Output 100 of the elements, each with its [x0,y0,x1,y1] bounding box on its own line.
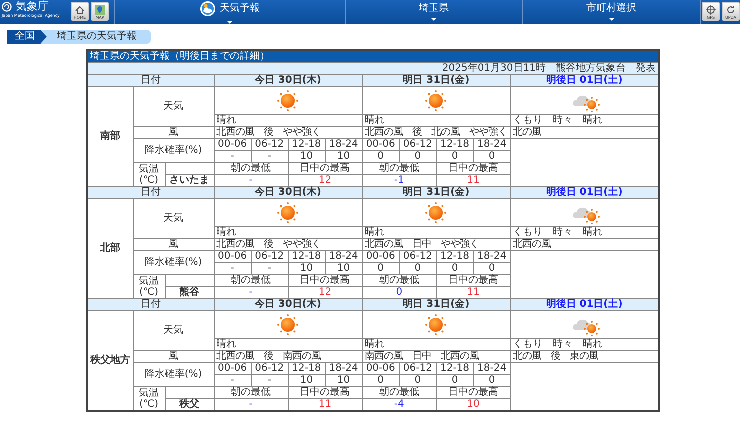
breadcrumb-current: 埼玉県の天気予報 [39,30,151,44]
house-icon [75,5,85,15]
time-slot: 12-18 [288,138,326,150]
swirl-icon [2,2,12,12]
row-label: 風 [133,238,214,250]
time-slot: 00-06 [214,362,252,374]
temp-label: 日中の最高 [436,274,511,286]
row-label: 気温 [139,164,159,174]
precip-value: 0 [436,150,474,162]
temp-label: 日中の最高 [288,162,362,174]
wind-text: 北の風 [510,126,659,138]
precip-value: 10 [288,262,326,274]
caret-icon [608,18,615,21]
time-slot: 06-12 [251,362,288,374]
time-slot: 18-24 [474,138,511,150]
wind-text: 北西の風 [510,238,659,250]
time-slot: 18-24 [325,250,362,262]
sun-icon [276,200,300,224]
weather-text: くもり 時々 晴れ [510,114,659,126]
precip-value: 0 [362,262,400,274]
precip-value: 10 [325,150,362,162]
day-header: 明日 31日(金) [362,298,511,310]
weather-text: 晴れ [362,338,511,350]
precip-value: 0 [399,374,436,386]
time-slot: 00-06 [362,250,400,262]
map-pin-icon [95,5,105,15]
nav-menu-item[interactable]: 天気予報 [114,0,345,24]
temp-label: 日中の最高 [288,386,362,398]
precip-value: 10 [325,262,362,274]
breadcrumb-link[interactable]: 全国 [4,30,47,44]
precip-value: 10 [288,150,326,162]
weather-text: 晴れ [362,226,511,238]
temp-label: 日中の最高 [436,386,511,398]
precip-value: - [214,262,252,274]
day-header: 明日 31日(金) [362,74,511,86]
precip-value: 0 [362,150,400,162]
wind-text: 北西の風 後 やや強く [214,238,362,250]
time-slot: 12-18 [288,250,326,262]
precip-value: 10 [288,374,326,386]
time-slot: 12-18 [288,362,326,374]
temp-label: 日中の最高 [436,162,511,174]
wind-text: 北西の風 後 南西の風 [214,350,362,362]
row-label: 風 [133,126,214,138]
wind-text: 北西の風 日中 やや強く [362,238,511,250]
time-slot: 06-12 [251,138,288,150]
precip-value: - [251,262,288,274]
sun-icon [424,200,448,224]
unit-label: (℃) [139,174,159,186]
unit-label: (℃) [139,398,159,410]
day-header: 明後日 01日(土) [510,298,659,310]
wind-text: 北西の風 後 やや強く [214,126,362,138]
weather-text: 晴れ [214,114,362,126]
time-slot: 18-24 [325,138,362,150]
temp-label: 日中の最高 [288,274,362,286]
temp-label: 朝の最低 [362,386,436,398]
precip-value: 0 [474,374,511,386]
time-slot: 00-06 [214,250,252,262]
precip-value: - [251,374,288,386]
nav-menu-item[interactable]: 市町村選択 [522,0,700,24]
column-header: 日付 [87,74,214,86]
time-slot: 00-06 [362,138,400,150]
caret-icon [226,20,233,24]
refresh-icon [726,5,736,15]
temp-label: 朝の最低 [214,386,288,398]
temp-label: 朝の最低 [362,162,436,174]
day-header: 明後日 01日(土) [510,186,659,198]
precip-value: 0 [362,374,400,386]
weather-text: くもり 時々 晴れ [510,226,659,238]
time-slot: 00-06 [214,138,252,150]
precip-value: 0 [436,262,474,274]
weather-text: くもり 時々 晴れ [510,338,659,350]
row-label: 降水確率(%) [133,362,214,386]
wind-text: 北の風 後 東の風 [510,350,659,362]
region-label: 秩父地方 [87,310,133,411]
precip-value: 0 [436,374,474,386]
issued-text: 2025年01月30日11時 熊谷地方気象台 発表 [87,62,659,74]
day-header: 明日 31日(金) [362,186,511,198]
row-label: 風 [133,350,214,362]
weather-icon [200,0,216,16]
row-label: 天気 [133,198,214,238]
time-slot: 06-12 [399,362,436,374]
nav-menu-item[interactable]: 埼玉県 [344,0,522,24]
time-slot: 12-18 [436,362,474,374]
precip-value: 0 [474,262,511,274]
time-slot: 12-18 [436,138,474,150]
weather-text: 晴れ [362,114,511,126]
precip-value: 10 [325,374,362,386]
precip-value: 0 [399,150,436,162]
time-slot: 06-12 [399,138,436,150]
precip-value: - [214,374,252,386]
column-header: 日付 [87,186,214,198]
precip-value: - [214,150,252,162]
row-label: 降水確率(%) [133,250,214,274]
column-header: 日付 [87,298,214,310]
precip-value: 0 [399,262,436,274]
precip-value: 0 [474,150,511,162]
crosshair-icon [706,5,716,15]
sun-icon [276,312,300,336]
unit-label: (℃) [139,286,159,298]
time-slot: 18-24 [325,362,362,374]
